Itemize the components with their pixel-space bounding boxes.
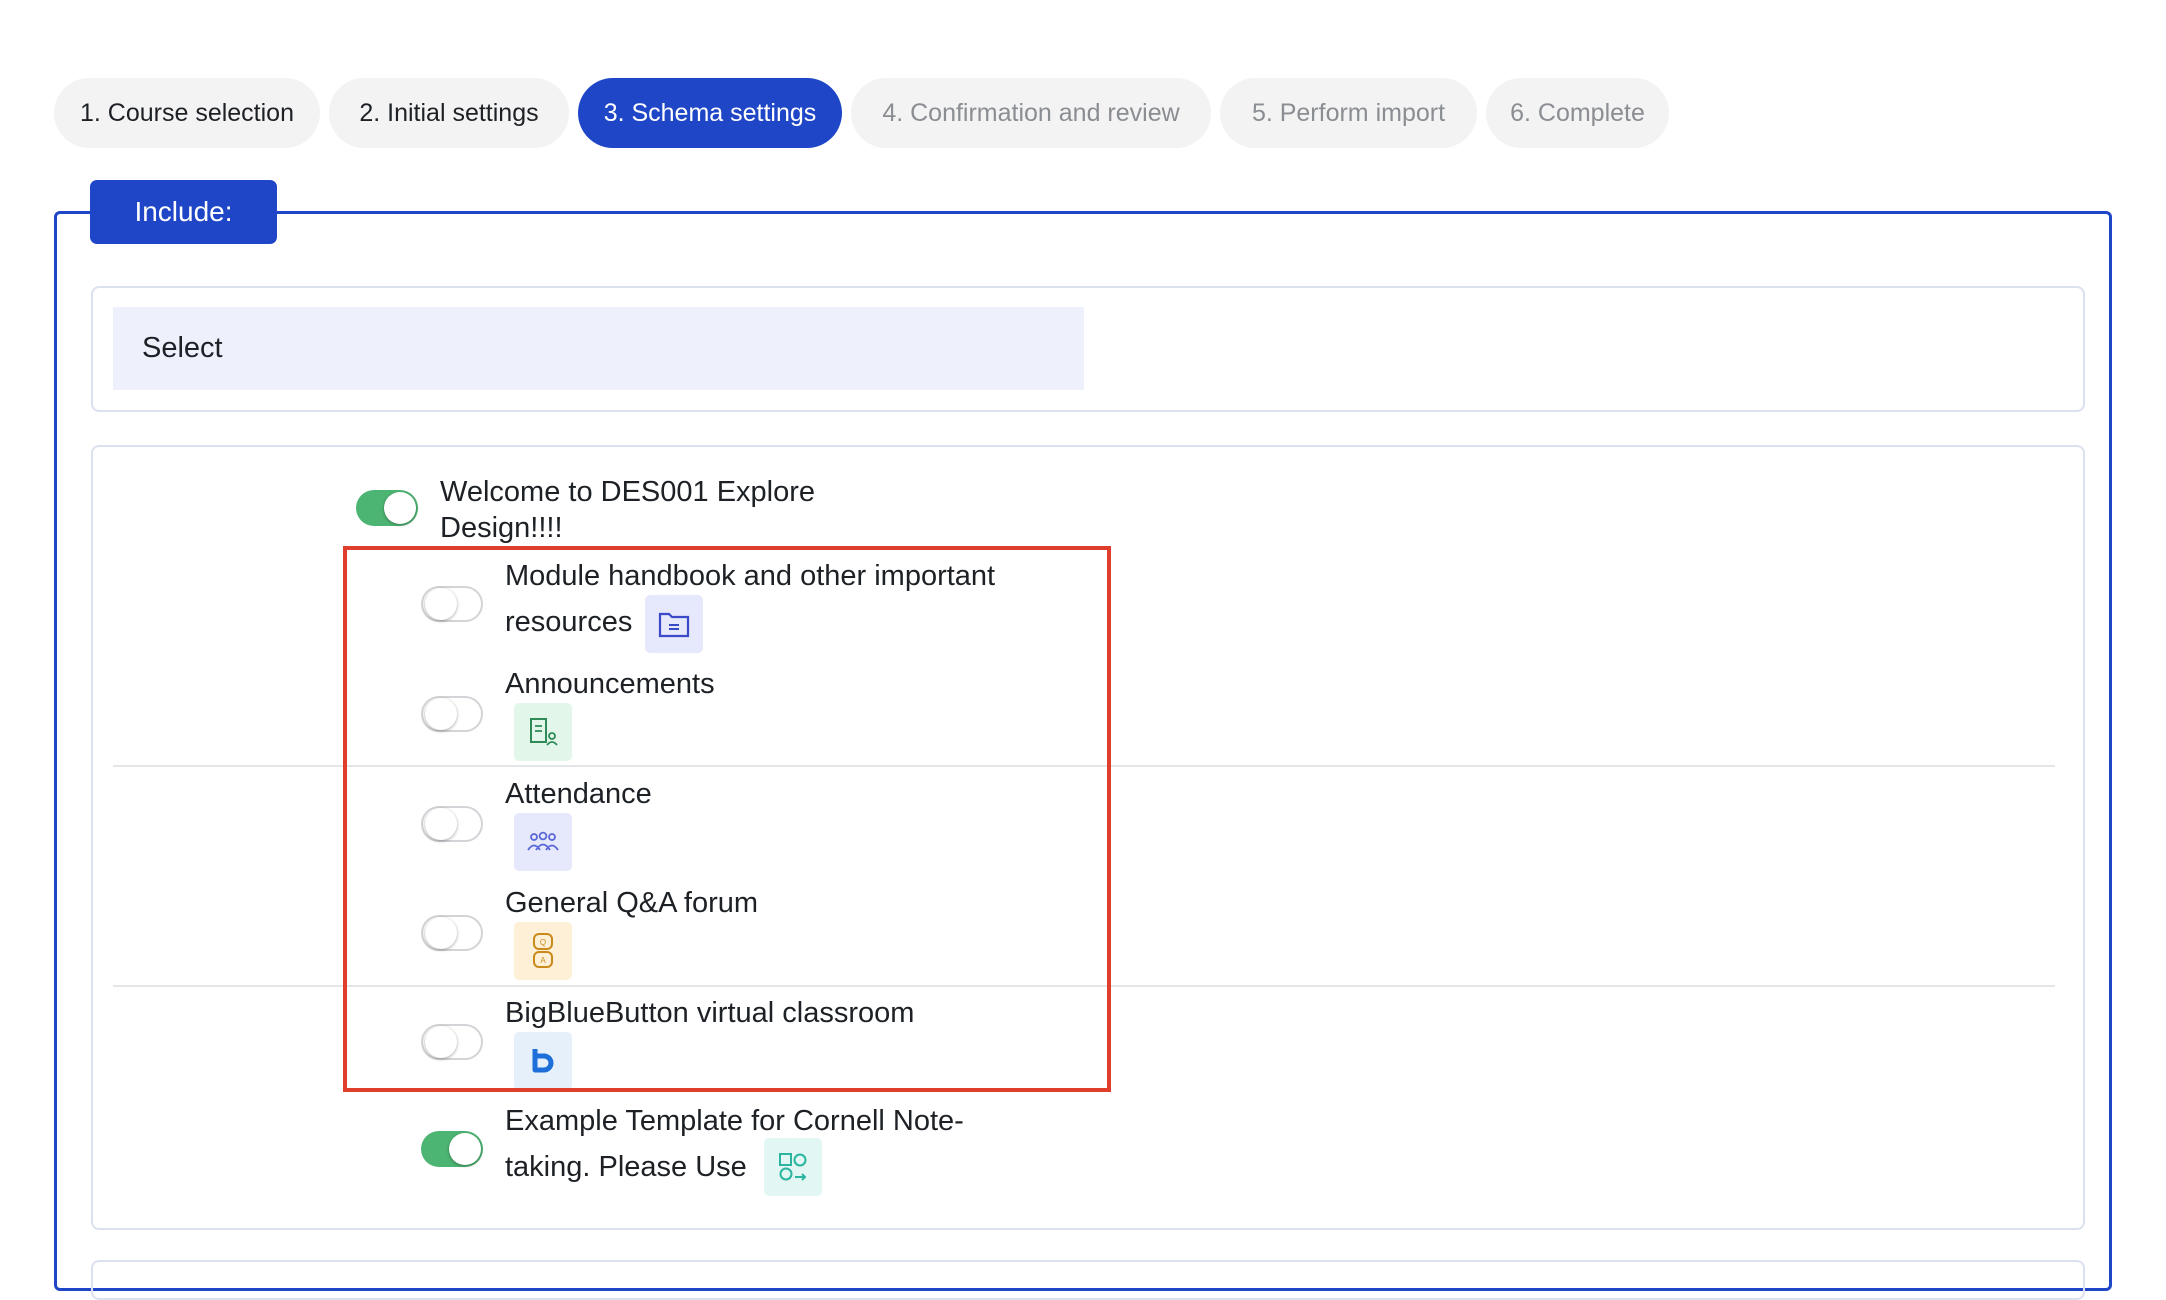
step-complete: 6. Complete [1486,78,1669,148]
activity-label-general-qa-forum: General Q&A forum [505,887,759,919]
step-confirmation-review: 4. Confirmation and review [851,78,1211,148]
step-perform-import: 5. Perform import [1220,78,1477,148]
activity-toggle-announcements[interactable] [421,696,483,732]
activity-label-cornell-template: Example Template for Cornell Note- [505,1105,964,1137]
toggle-knob [425,588,457,620]
step-course-selection[interactable]: 1. Course selection [54,78,320,148]
toggle-knob [425,808,457,840]
toggle-knob [425,698,457,730]
attendance-group-icon [514,813,572,871]
template-icon [764,1138,822,1196]
svg-text:Q: Q [540,938,546,947]
svg-text:A: A [540,956,546,965]
section-title: Welcome to DES001 Explore Design!!!! [440,469,815,551]
bigbluebutton-icon [514,1032,572,1090]
row-divider [113,985,2055,987]
step-schema-settings[interactable]: 3. Schema settings [578,78,842,148]
activity-toggle-attendance[interactable] [421,806,483,842]
announcements-forum-icon [514,703,572,761]
activity-label-announcements: Announcements [505,668,715,700]
select-dropdown[interactable]: Select [113,307,1084,390]
toggle-knob [425,1026,457,1058]
activities-panel [91,445,2085,1230]
activity-label-module-handbook: Module handbook and other important [505,560,996,592]
toggle-knob [449,1133,481,1165]
step-initial-settings[interactable]: 2. Initial settings [329,78,569,148]
qa-forum-icon: QA [514,922,572,980]
activity-label-attendance: Attendance [505,778,652,810]
include-legend: Include: [90,180,277,244]
row-divider [113,765,2055,767]
activity-label-bigbluebutton: BigBlueButton virtual classroom [505,997,915,1029]
activity-toggle-general-qa-forum[interactable] [421,915,483,951]
toggle-knob [425,917,457,949]
folder-icon [645,595,703,653]
activity-toggle-bigbluebutton[interactable] [421,1024,483,1060]
activity-toggle-module-handbook[interactable] [421,586,483,622]
activity-label-module-handbook-cont: resources [505,606,633,638]
activity-toggle-cornell-template[interactable] [421,1131,483,1167]
next-panel [91,1260,2085,1300]
section-include-toggle[interactable] [356,490,418,526]
toggle-knob [384,492,416,524]
activity-label-cornell-template-cont: taking. Please Use [505,1151,747,1183]
